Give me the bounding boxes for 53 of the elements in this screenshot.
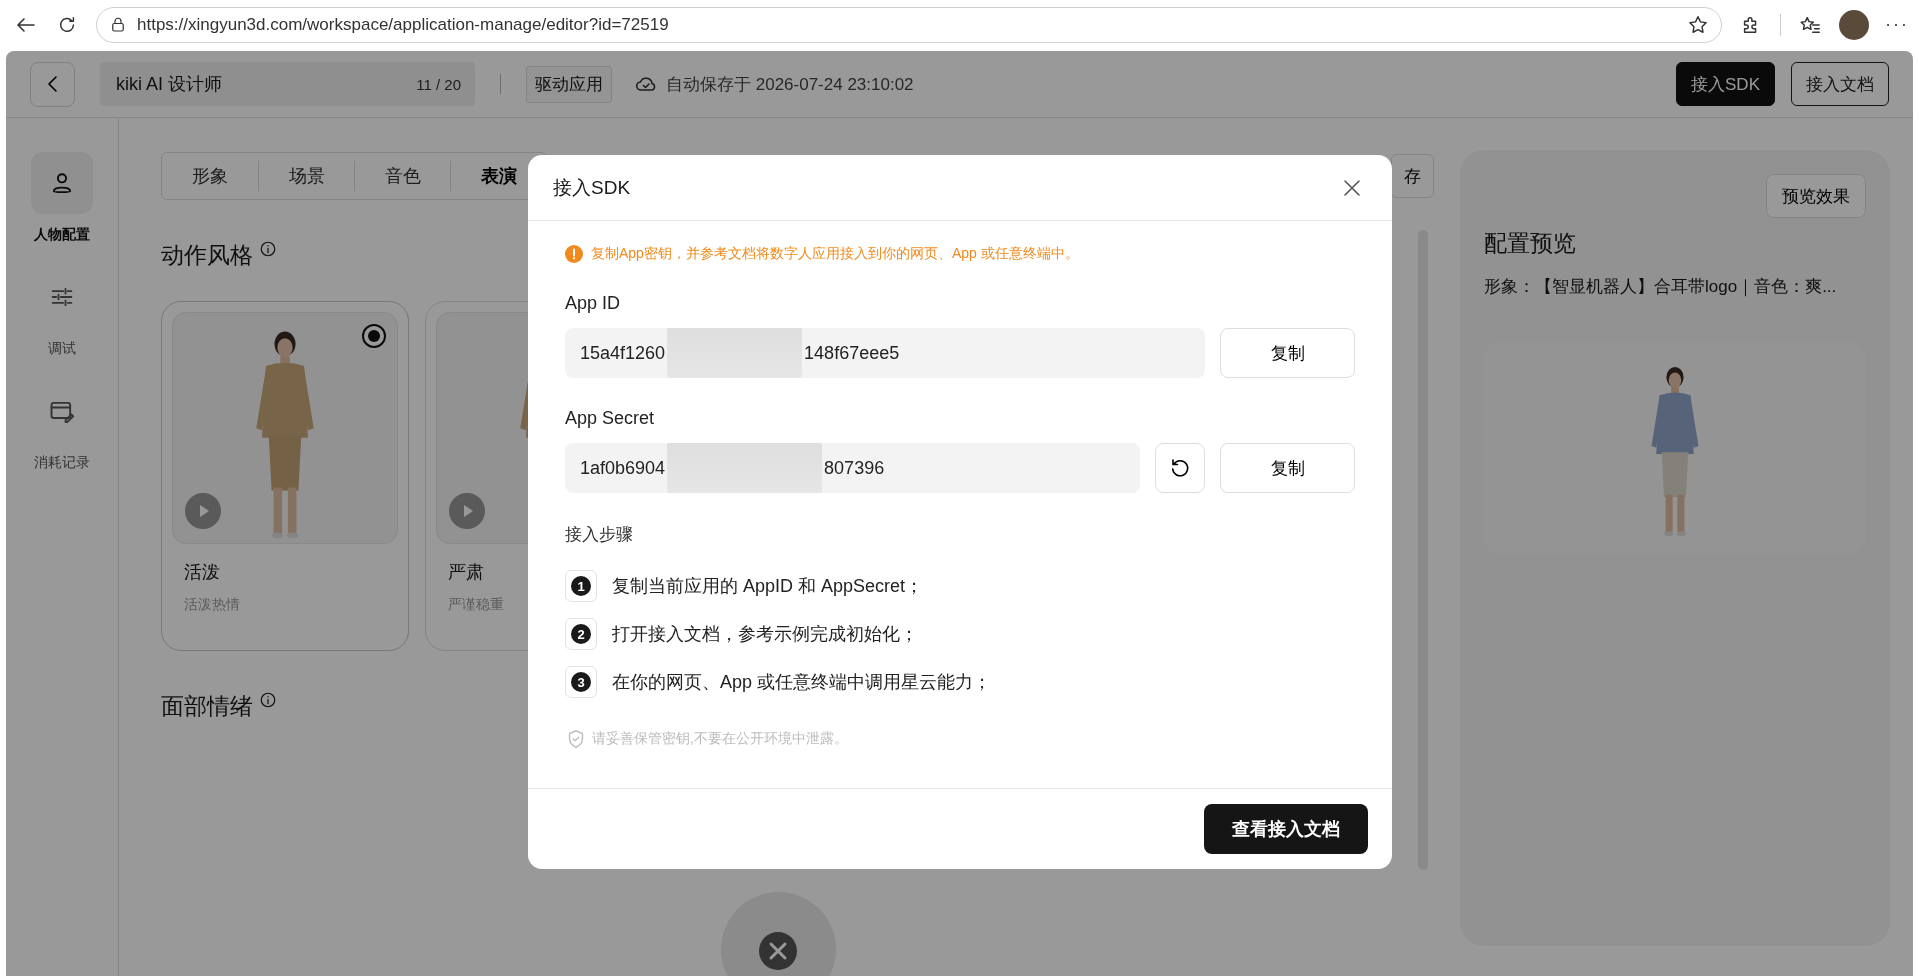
- panel-title: 配置预览: [1484, 229, 1577, 258]
- avatar-icon[interactable]: [1839, 10, 1869, 40]
- save-button[interactable]: 存: [1391, 154, 1434, 198]
- back-button[interactable]: [30, 61, 75, 107]
- tab[interactable]: 形象: [162, 161, 258, 191]
- sidebar-item[interactable]: 调试: [31, 266, 93, 358]
- key-field[interactable]: 1af0b6904 807396: [565, 443, 1140, 493]
- card-title: 活泼: [184, 561, 221, 584]
- char-count: 11 / 20: [416, 75, 461, 93]
- tab[interactable]: 音色: [354, 161, 450, 191]
- preview-button[interactable]: 预览效果: [1766, 174, 1866, 218]
- key-field[interactable]: 15a4f1260 148f67eee5: [565, 328, 1205, 378]
- steps-title: 接入步骤: [565, 524, 634, 546]
- step-text: 复制当前应用的 AppID 和 AppSecret；: [612, 575, 924, 598]
- info-icon: [259, 240, 277, 258]
- info-icon: [259, 691, 277, 709]
- warning-icon: [565, 245, 583, 263]
- favorites-icon: [1799, 14, 1821, 36]
- sidebar-item[interactable]: 消耗记录: [31, 380, 93, 472]
- step-number: 3: [565, 666, 597, 698]
- card-subtitle: 严谨稳重: [448, 596, 505, 614]
- more-icon[interactable]: [1887, 23, 1905, 27]
- reset-button[interactable]: [1155, 443, 1205, 493]
- remove-icon[interactable]: [759, 932, 797, 970]
- section-title: 面部情绪: [161, 692, 253, 721]
- section-title: 动作风格: [161, 241, 253, 270]
- radio-button[interactable]: [361, 323, 387, 349]
- url-text: https://xingyun3d.com/workspace/application-manage/editor?id=72519: [137, 15, 670, 35]
- name-field[interactable]: kiki AI 设计师 11 / 20: [100, 62, 475, 106]
- copy-button[interactable]: 复制: [1220, 443, 1355, 493]
- step-number: 2: [565, 618, 597, 650]
- field-label: App ID: [565, 293, 622, 314]
- card-subtitle: 活泼热情: [184, 596, 241, 614]
- step-number: 1: [565, 570, 597, 602]
- header-button[interactable]: 接入SDK: [1676, 62, 1775, 106]
- lock-icon: [109, 16, 127, 34]
- tab[interactable]: 场景: [258, 161, 354, 191]
- config-summary: 形象：【智显机器人】合耳带logo｜音色：爽...: [1484, 276, 1838, 298]
- star-icon: [1687, 14, 1709, 36]
- app-type-tag: 驱动应用: [526, 65, 612, 103]
- notice-text: 复制App密钥，并参考文档将数字人应用接入到你的网页、App 或任意终端中。: [591, 245, 1079, 263]
- autosave-status: 自动保存于 2026-07-24 23:10:02: [666, 73, 914, 96]
- name-value: kiki AI 设计师: [116, 73, 222, 96]
- docs-button[interactable]: 查看接入文档: [1204, 804, 1368, 854]
- field-label: App Secret: [565, 408, 656, 429]
- header-button[interactable]: 接入文档: [1791, 62, 1889, 106]
- dialog-title: 接入SDK: [553, 175, 631, 200]
- copy-button[interactable]: 复制: [1220, 328, 1355, 378]
- step-text: 在你的网页、App 或任意终端中调用星云能力；: [612, 671, 992, 694]
- card-title: 严肃: [448, 561, 485, 584]
- style-card[interactable]: 活泼 活泼热情: [161, 301, 409, 651]
- security-tip: 请妥善保管密钥,不要在公开环境中泄露。: [592, 730, 848, 748]
- step-text: 打开接入文档，参考示例完成初始化；: [612, 623, 918, 646]
